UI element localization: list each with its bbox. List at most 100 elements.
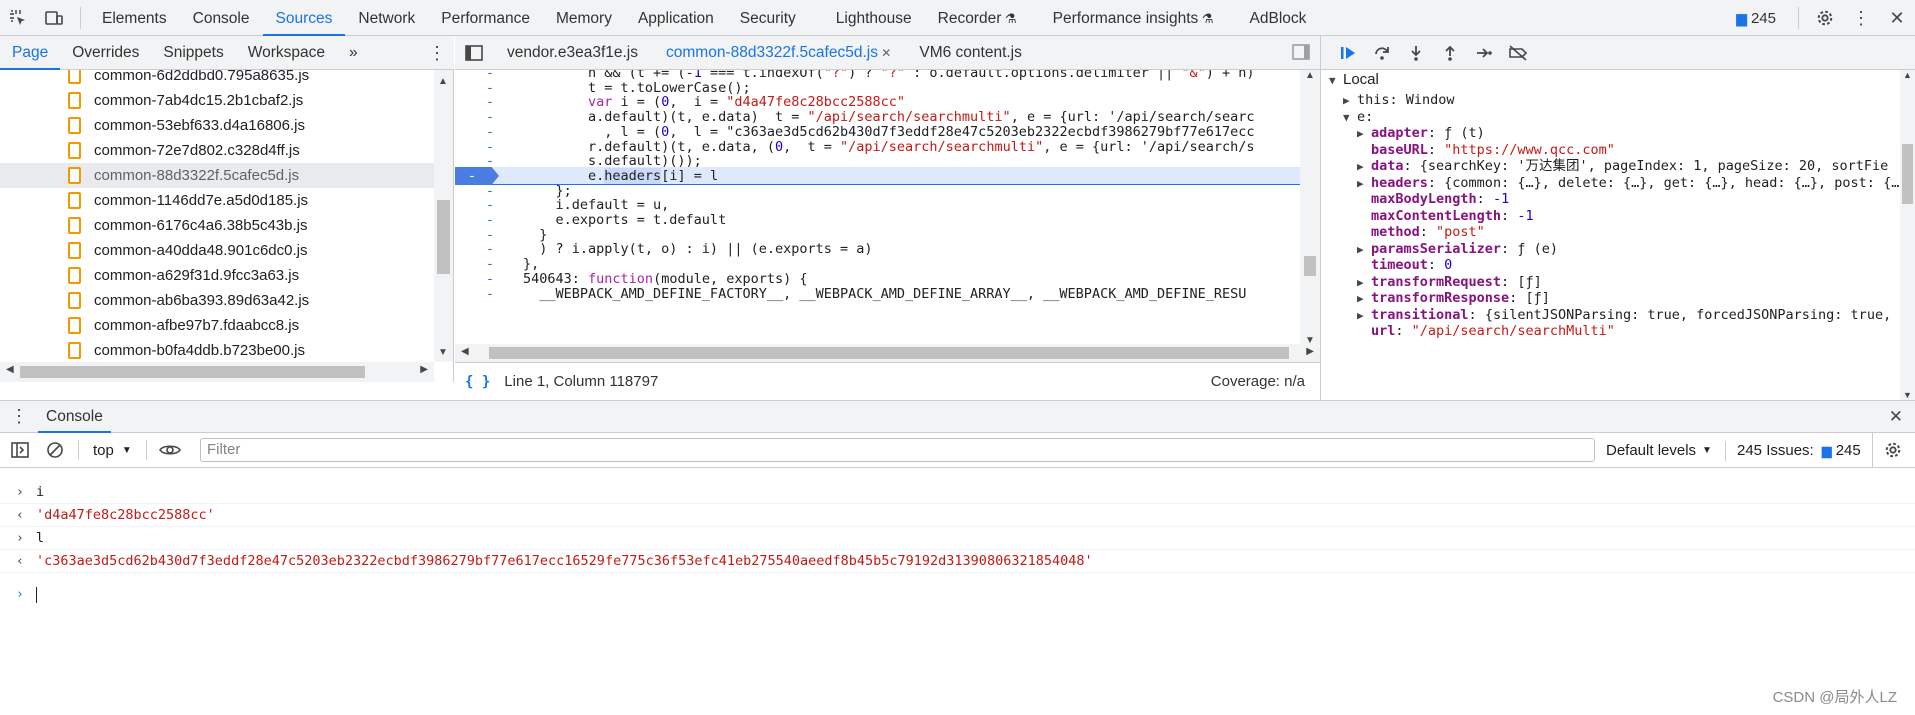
navigator-menu-icon[interactable]: ⋮ <box>428 36 446 70</box>
file-tree-hscroll-thumb[interactable] <box>20 366 365 378</box>
file-item[interactable]: common-b0fa4ddb.b723be00.js <box>0 338 453 363</box>
tab-application[interactable]: Application <box>625 0 727 36</box>
file-item[interactable]: common-6d2ddbd0.795a8635.js <box>0 70 453 88</box>
file-name: common-b0fa4ddb.b723be00.js <box>94 342 305 359</box>
file-item[interactable]: common-6176c4a6.38b5c43b.js <box>0 213 453 238</box>
code-scroll-thumb[interactable] <box>1304 256 1316 276</box>
file-item[interactable]: common-88d3322f.5cafec5d.js <box>0 163 453 188</box>
file-name: common-6d2ddbd0.795a8635.js <box>94 70 310 84</box>
file-item[interactable]: common-7ab4dc15.2b1cbaf2.js <box>0 88 453 113</box>
step-over-icon[interactable] <box>1365 36 1399 70</box>
step-into-icon[interactable] <box>1399 36 1433 70</box>
close-drawer-icon[interactable]: ✕ <box>1889 401 1903 433</box>
live-expression-eye-icon[interactable] <box>155 443 185 457</box>
log-levels-dropdown[interactable]: Default levels ▼ <box>1606 433 1712 468</box>
scope-colon: : <box>1501 207 1518 224</box>
nav-tab-overrides[interactable]: Overrides <box>60 36 151 70</box>
editor-tab[interactable]: VM6 content.js <box>905 36 1036 70</box>
resume-icon[interactable] <box>1331 36 1365 70</box>
console-result-row: ‹ 'd4a47fe8c28bcc2588cc' <box>0 504 1915 527</box>
scope-local-header[interactable]: ▼ Local <box>1329 70 1379 90</box>
pretty-print-icon[interactable]: { } <box>465 374 490 390</box>
nav-tab-page[interactable]: Page <box>0 36 61 70</box>
more-tabs-chevron-icon[interactable]: » <box>337 36 370 70</box>
issues-badge[interactable]: ▆ 245 <box>1736 10 1776 27</box>
tab-network[interactable]: Network <box>345 0 428 36</box>
scroll-up-icon[interactable]: ▲ <box>438 76 448 87</box>
file-item[interactable]: common-ab6ba393.89d63a42.js <box>0 288 453 313</box>
file-item[interactable]: common-1146dd7e.a5d0d185.js <box>0 188 453 213</box>
editor-tab[interactable]: common-88d3322f.5cafec5d.js ✕ <box>652 36 905 70</box>
console-sidebar-icon[interactable] <box>0 442 40 458</box>
console-prompt[interactable]: › <box>0 581 1915 609</box>
tab-console[interactable]: Console <box>180 0 263 36</box>
console-input-row: › l <box>0 527 1915 550</box>
toolbar-divider <box>78 440 79 460</box>
code-vscrollbar[interactable]: ▲ ▼ <box>1300 70 1320 346</box>
coverage-status[interactable]: Coverage: n/a <box>1211 373 1305 390</box>
close-devtools-icon[interactable]: ✕ <box>1879 0 1915 36</box>
context-selector[interactable]: top ▼ <box>87 442 138 459</box>
scroll-up-icon[interactable]: ▲ <box>1305 70 1315 81</box>
scope-scrollbar[interactable]: ▲ ▼ <box>1900 70 1915 400</box>
scroll-down-icon[interactable]: ▼ <box>438 347 448 358</box>
console-text[interactable]: 'd4a47fe8c28bcc2588cc' <box>36 504 215 527</box>
editor-tabs: vendor.e3ea3f1e.js common-88d3322f.5cafec… <box>455 36 1320 70</box>
file-name: common-a629f31d.9fcc3a63.js <box>94 267 300 284</box>
clear-console-icon[interactable] <box>40 441 70 459</box>
scroll-down-icon[interactable]: ▼ <box>1903 390 1912 400</box>
tab-performance[interactable]: Performance <box>428 0 543 36</box>
toolbar-right: ▆ 245 ⋮ ✕ <box>1736 0 1915 36</box>
file-tree-scrollbar[interactable]: ▲ ▼ <box>434 70 453 362</box>
console-settings-gear-icon[interactable] <box>1884 441 1902 463</box>
scroll-up-icon[interactable]: ▲ <box>1903 70 1912 80</box>
expanded-triangle-icon: ▼ <box>1329 74 1336 87</box>
nav-tab-snippets[interactable]: Snippets <box>151 36 235 70</box>
code-hscroll-thumb[interactable] <box>489 347 1289 359</box>
file-item[interactable]: common-53ebf633.d4a16806.js <box>0 113 453 138</box>
experiment-flask-icon: ⚗ <box>1001 10 1017 26</box>
toolbar-divider <box>1872 433 1873 468</box>
close-tab-icon[interactable]: ✕ <box>878 46 891 60</box>
inspect-element-icon[interactable] <box>0 0 36 36</box>
file-tree-scroll-thumb[interactable] <box>437 200 450 274</box>
toggle-navigator-icon[interactable] <box>455 36 493 70</box>
code-editor[interactable]: - n && (t += (-1 === t.indexOf("?") ? "?… <box>455 70 1300 346</box>
file-item[interactable]: common-a40dda48.901c6dc0.js <box>0 238 453 263</box>
tab-adblock[interactable]: AdBlock <box>1237 0 1320 36</box>
console-filter-input[interactable]: Filter <box>200 438 1595 462</box>
nav-tab-workspace[interactable]: Workspace <box>236 36 337 70</box>
scroll-left-icon[interactable]: ◀ <box>6 364 14 375</box>
scroll-right-icon[interactable]: ▶ <box>420 364 428 375</box>
tab-performance-insights[interactable]: Performance insights ⚗ <box>1040 0 1227 36</box>
console-issues-button[interactable]: 245 Issues: ▆ 245 <box>1737 433 1861 468</box>
editor-tab[interactable]: vendor.e3ea3f1e.js <box>493 36 652 70</box>
prompt-caret[interactable] <box>36 587 37 603</box>
scroll-left-icon[interactable]: ◀ <box>461 346 469 357</box>
scroll-right-icon[interactable]: ▶ <box>1306 346 1314 357</box>
step-out-icon[interactable] <box>1433 36 1467 70</box>
line-gutter[interactable]: - <box>455 285 525 303</box>
step-icon[interactable] <box>1467 36 1501 70</box>
file-item[interactable]: common-72e7d802.c328d4ff.js <box>0 138 453 163</box>
scope-scroll-thumb[interactable] <box>1902 144 1913 204</box>
tab-sources[interactable]: Sources <box>262 0 346 36</box>
more-options-icon[interactable]: ⋮ <box>1843 0 1879 36</box>
console-text[interactable]: 'c363ae3d5cd62b430d7f3eddf28e47c5203eb23… <box>36 550 1093 573</box>
tab-recorder[interactable]: Recorder ⚗ <box>925 0 1030 36</box>
deactivate-breakpoints-icon[interactable] <box>1501 36 1535 70</box>
tab-lighthouse[interactable]: Lighthouse <box>823 0 925 36</box>
file-item[interactable]: common-a629f31d.9fcc3a63.js <box>0 263 453 288</box>
file-tree-hscrollbar[interactable]: ◀ ▶ <box>0 362 434 382</box>
drawer-tab-console[interactable]: Console <box>38 401 111 433</box>
drawer-menu-icon[interactable]: ⋮ <box>0 406 38 427</box>
experiment-flask-icon: ⚗ <box>1198 10 1214 26</box>
code-hscrollbar[interactable]: ◀ ▶ <box>455 344 1320 362</box>
tab-security[interactable]: Security <box>727 0 809 36</box>
toggle-debugger-icon[interactable] <box>1292 44 1310 60</box>
file-item[interactable]: common-afbe97b7.fdaabcc8.js <box>0 313 453 338</box>
settings-gear-icon[interactable] <box>1807 0 1843 36</box>
tab-memory[interactable]: Memory <box>543 0 625 36</box>
tab-elements[interactable]: Elements <box>89 0 180 36</box>
device-toolbar-icon[interactable] <box>36 0 72 36</box>
